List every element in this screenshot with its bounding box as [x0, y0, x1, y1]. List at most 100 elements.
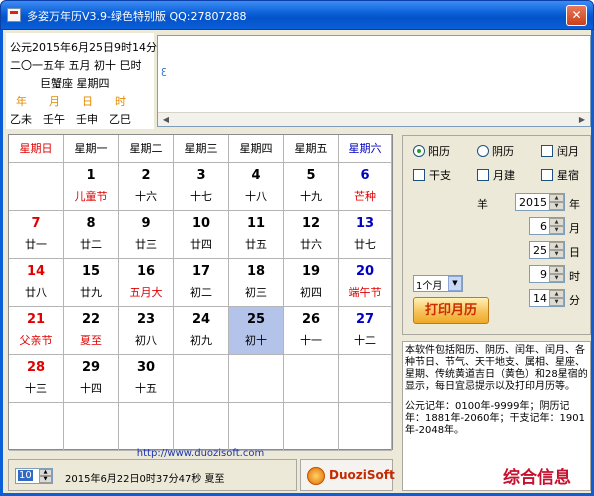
- lunar-label: 十六: [135, 190, 157, 203]
- day-number: 26: [301, 312, 321, 327]
- day-number: 4: [251, 168, 261, 183]
- ganzhi-header-hour: 时: [115, 95, 126, 108]
- spin-up-icon[interactable]: ▲: [549, 194, 564, 202]
- scroll-left-icon[interactable]: ◀: [160, 114, 172, 126]
- hour-spinner[interactable]: 9 ▲ ▼: [529, 265, 565, 283]
- calendar-day-cell[interactable]: 7 廿一: [9, 211, 64, 259]
- lunar-label: 十七: [190, 190, 212, 203]
- calendar-day-cell[interactable]: 5 十九: [284, 163, 339, 211]
- chevron-down-icon[interactable]: ▼: [448, 276, 462, 291]
- calendar-day-cell[interactable]: [64, 403, 119, 451]
- day-number: 22: [81, 312, 101, 327]
- calendar-day-cell[interactable]: [174, 403, 229, 451]
- checkbox-leap-month[interactable]: 闰月: [541, 143, 579, 159]
- day-number: 9: [141, 216, 151, 231]
- calendar-day-cell-selected[interactable]: 25 初十: [229, 307, 284, 355]
- solar-term-spinner-value: 10: [18, 470, 33, 481]
- range-select[interactable]: 1个月 ▼: [413, 275, 463, 292]
- day-number: 16: [136, 264, 156, 279]
- lunar-label: 夏至: [80, 334, 102, 347]
- print-calendar-button[interactable]: 打印月历: [413, 297, 489, 324]
- calendar-day-cell[interactable]: [174, 355, 229, 403]
- lunar-label: 十一: [300, 334, 322, 347]
- calendar-day-cell[interactable]: [119, 403, 174, 451]
- calendar-day-cell[interactable]: 16 五月大: [119, 259, 174, 307]
- calendar-day-cell[interactable]: 21 父亲节: [9, 307, 64, 355]
- checkbox-xingxiu[interactable]: 星宿: [541, 167, 579, 183]
- calendar-day-cell[interactable]: 10 廿四: [174, 211, 229, 259]
- spin-down-icon[interactable]: ▼: [39, 476, 52, 483]
- calendar-day-cell[interactable]: 12 廿六: [284, 211, 339, 259]
- calendar-day-cell[interactable]: 14 廿八: [9, 259, 64, 307]
- day-number: 27: [355, 312, 375, 327]
- calendar-day-cell[interactable]: 8 廿二: [64, 211, 119, 259]
- calendar-day-cell[interactable]: [9, 163, 64, 211]
- calendar-day-cell[interactable]: 24 初九: [174, 307, 229, 355]
- spin-down-icon[interactable]: ▼: [549, 226, 564, 234]
- month-spinner[interactable]: 6 ▲ ▼: [529, 217, 565, 235]
- solar-term-spinner[interactable]: 10 ▲ ▼: [15, 468, 53, 484]
- calendar-day-cell[interactable]: 23 初八: [119, 307, 174, 355]
- calendar-day-cell[interactable]: 17 初二: [174, 259, 229, 307]
- day-number: 3: [196, 168, 206, 183]
- calendar-day-cell[interactable]: [229, 355, 284, 403]
- minute-spinner[interactable]: 14 ▲ ▼: [529, 289, 565, 307]
- spin-down-icon[interactable]: ▼: [549, 274, 564, 282]
- calendar-day-cell[interactable]: 13 廿七: [339, 211, 392, 259]
- calendar-day-cell[interactable]: 18 初三: [229, 259, 284, 307]
- scroll-right-icon[interactable]: ▶: [576, 114, 588, 126]
- day-spinner[interactable]: 25 ▲ ▼: [529, 241, 565, 259]
- checkbox-yuejian[interactable]: 月建: [477, 167, 515, 183]
- checkbox-icon: [541, 145, 553, 157]
- spin-up-icon[interactable]: ▲: [549, 242, 564, 250]
- lunar-label: 廿八: [25, 286, 47, 299]
- spin-down-icon[interactable]: ▼: [549, 202, 564, 210]
- calendar-day-cell[interactable]: 26 十一: [284, 307, 339, 355]
- spin-up-icon[interactable]: ▲: [549, 218, 564, 226]
- zodiac-weekday: 巨蟹座 星期四: [40, 77, 110, 90]
- memo-horizontal-scrollbar[interactable]: ◀ ▶: [158, 112, 590, 126]
- calendar-day-cell[interactable]: [284, 355, 339, 403]
- calendar-day-cell[interactable]: [229, 403, 284, 451]
- calendar-day-cell[interactable]: 6 芒种: [339, 163, 392, 211]
- close-button[interactable]: ✕: [566, 5, 587, 26]
- duozisoft-logo[interactable]: DuoziSoft: [300, 459, 395, 491]
- spin-up-icon[interactable]: ▲: [39, 469, 52, 476]
- calendar-app-icon: [7, 8, 21, 22]
- radio-solar[interactable]: 阳历: [413, 143, 450, 159]
- website-link[interactable]: http://www.duozisoft.com: [8, 448, 393, 459]
- day-number: 15: [81, 264, 101, 279]
- calendar-day-cell[interactable]: 3 十七: [174, 163, 229, 211]
- memo-textarea[interactable]: ꜫ ◀ ▶: [157, 35, 591, 127]
- weekday-header: 星期三: [174, 135, 229, 163]
- calendar-day-cell[interactable]: 28 十三: [9, 355, 64, 403]
- day-number: 25: [246, 312, 266, 327]
- calendar-day-cell[interactable]: [339, 355, 392, 403]
- calendar-day-cell[interactable]: [9, 403, 64, 451]
- spin-up-icon[interactable]: ▲: [549, 266, 564, 274]
- checkbox-icon: [477, 169, 489, 181]
- day-number: 21: [26, 312, 46, 327]
- spin-up-icon[interactable]: ▲: [549, 290, 564, 298]
- calendar-day-cell[interactable]: 29 十四: [64, 355, 119, 403]
- calendar-day-cell[interactable]: 9 廿三: [119, 211, 174, 259]
- calendar-day-cell[interactable]: 11 廿五: [229, 211, 284, 259]
- calendar-day-cell[interactable]: 19 初四: [284, 259, 339, 307]
- spin-down-icon[interactable]: ▼: [549, 298, 564, 306]
- calendar-day-cell[interactable]: 1 儿童节: [64, 163, 119, 211]
- calendar-day-cell[interactable]: [284, 403, 339, 451]
- calendar-day-cell[interactable]: 20 端午节: [339, 259, 392, 307]
- solar-datetime: 公元2015年6月25日9时14分: [10, 41, 157, 54]
- calendar-day-cell[interactable]: 27 十二: [339, 307, 392, 355]
- day-number: 14: [26, 264, 46, 279]
- calendar-day-cell[interactable]: 4 十八: [229, 163, 284, 211]
- radio-lunar[interactable]: 阴历: [477, 143, 514, 159]
- year-spinner[interactable]: 2015 ▲ ▼: [515, 193, 565, 211]
- calendar-day-cell[interactable]: 15 廿九: [64, 259, 119, 307]
- spin-down-icon[interactable]: ▼: [549, 250, 564, 258]
- calendar-day-cell[interactable]: 30 十五: [119, 355, 174, 403]
- calendar-day-cell[interactable]: [339, 403, 392, 451]
- calendar-day-cell[interactable]: 2 十六: [119, 163, 174, 211]
- calendar-day-cell[interactable]: 22 夏至: [64, 307, 119, 355]
- checkbox-ganzhi[interactable]: 干支: [413, 167, 451, 183]
